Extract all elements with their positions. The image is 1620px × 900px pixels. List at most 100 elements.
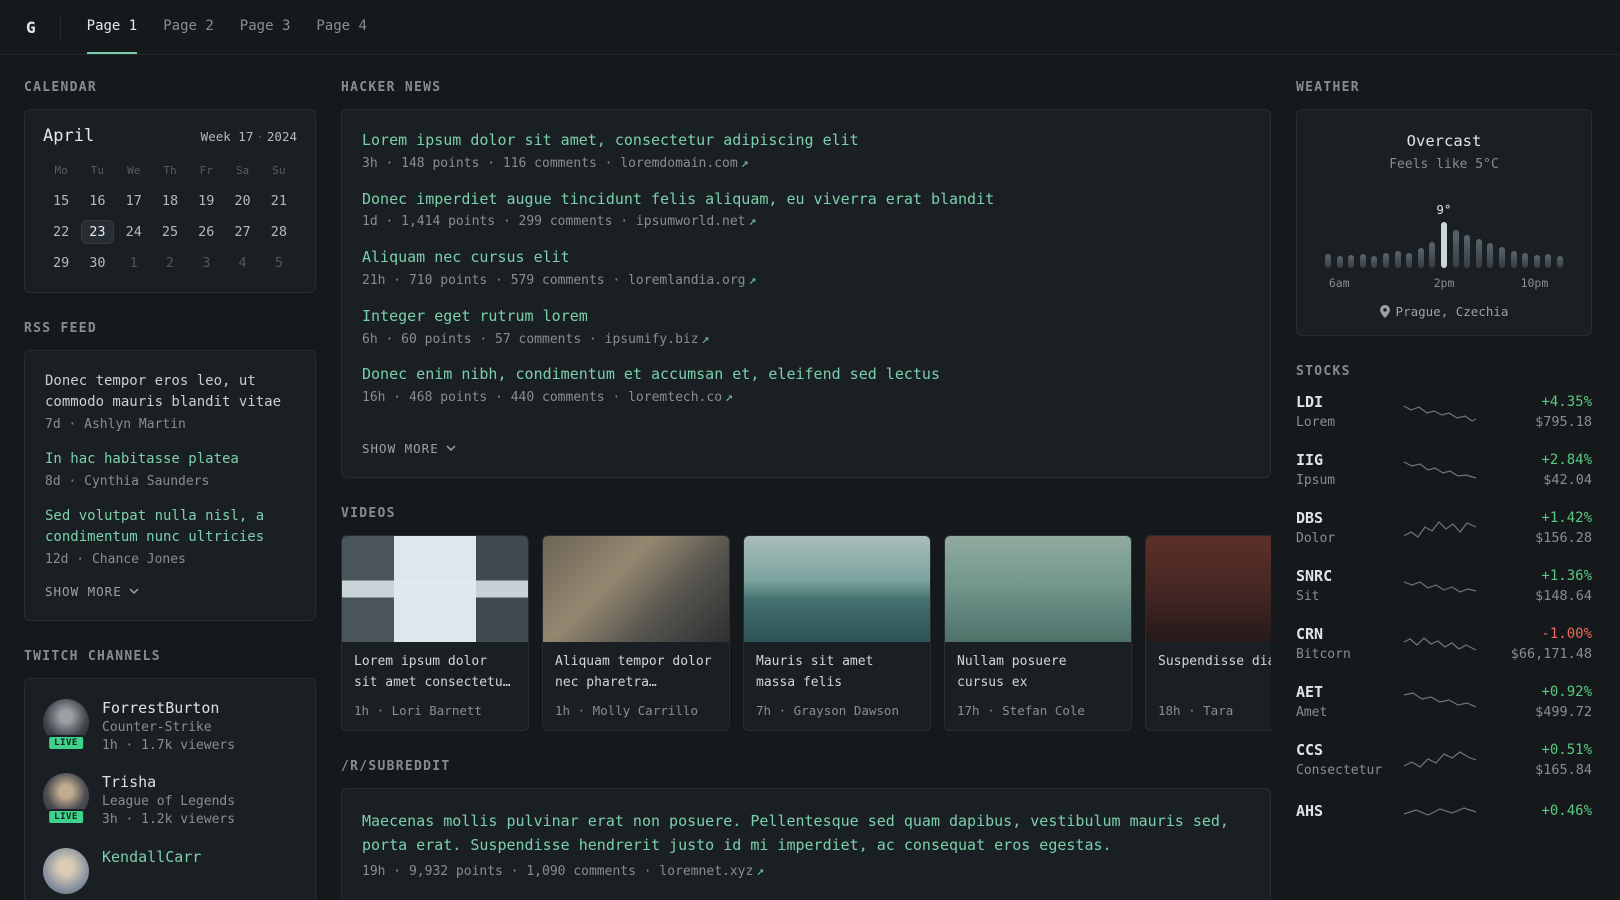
twitch-section-title: TWITCH CHANNELS — [24, 648, 161, 664]
videos-widget: VIDEOS Lorem ipsum dolor sit amet consec… — [341, 506, 1271, 731]
reddit-post-link[interactable]: Maecenas mollis pulvinar erat non posuer… — [362, 809, 1250, 857]
twitch-channel-row[interactable]: KendallCarr — [43, 848, 297, 895]
channel-game: League of Legends — [102, 794, 236, 810]
video-card[interactable]: Suspendisse diam 18h · Tara — [1145, 534, 1271, 731]
external-link-icon[interactable]: ↗ — [741, 156, 749, 171]
stock-id: AET Amet — [1296, 683, 1384, 720]
hn-item-link[interactable]: Aliquam nec cursus elit — [362, 247, 1250, 269]
stock-row[interactable]: DBS Dolor +1.42% $156.28 — [1296, 509, 1592, 546]
calendar-date: 29 — [53, 254, 70, 271]
video-title: Lorem ipsum dolor sit amet consectetu… — [354, 653, 511, 690]
right-column: WEATHER Overcast Feels like 5°C 9° 6am 2… — [1296, 80, 1592, 900]
channel-avatar-image — [43, 848, 89, 895]
video-card[interactable]: Nullam posuere cursus ex 17h · Stefan Co… — [944, 534, 1132, 731]
hn-item: Donec enim nibh, condimentum et accumsan… — [362, 364, 1250, 408]
tab-page-1[interactable]: Page 1 — [86, 0, 138, 54]
stock-sparkline — [1384, 456, 1496, 484]
stock-sparkline — [1384, 688, 1496, 716]
stock-sparkline — [1384, 514, 1496, 542]
calendar-date: 24 — [125, 223, 142, 240]
hn-item: Integer eget rutrum lorem 6h · 60 points… — [362, 306, 1250, 350]
twitch-channel-row[interactable]: LIVE ForrestBurton Counter-Strike 1h · 1… — [43, 698, 297, 756]
calendar-date: 15 — [53, 192, 70, 209]
hn-item-link[interactable]: Lorem ipsum dolor sit amet, consectetur … — [362, 130, 1250, 152]
app-logo[interactable]: G — [26, 16, 61, 38]
stock-row[interactable]: CRN Bitcorn -1.00% $66,171.48 — [1296, 625, 1592, 662]
tab-page-2[interactable]: Page 2 — [163, 0, 214, 54]
weather-bar — [1382, 253, 1389, 268]
video-thumbnail — [342, 535, 528, 642]
calendar-month: April — [43, 126, 95, 146]
stock-row[interactable]: SNRC Sit +1.36% $148.64 — [1296, 567, 1592, 604]
channel-name: KendallCarr — [102, 848, 202, 867]
stock-price: $795.18 — [1535, 413, 1592, 430]
rss-show-more-button[interactable]: SHOW MORE — [45, 584, 139, 599]
stock-price: $66,171.48 — [1510, 645, 1592, 662]
twitch-channel-row[interactable]: LIVE Trisha League of Legends 3h · 1.2k … — [43, 773, 297, 830]
chevron-down-icon — [129, 588, 139, 595]
rss-item-link[interactable]: In hac habitasse platea — [45, 449, 295, 470]
hour-label: 10pm — [1520, 276, 1549, 290]
hn-item-link[interactable]: Donec enim nibh, condimentum et accumsan… — [362, 364, 1250, 386]
rss-item-meta: 12d · Chance Jones — [45, 551, 186, 567]
hn-item: Aliquam nec cursus elit 21h · 710 points… — [362, 247, 1250, 291]
subreddit-widget: /R/SUBREDDIT Maecenas mollis pulvinar er… — [341, 759, 1271, 900]
external-link-icon[interactable]: ↗ — [756, 864, 764, 879]
stock-row[interactable]: IIG Ipsum +2.84% $42.04 — [1296, 451, 1592, 488]
calendar-date: 26 — [198, 223, 215, 240]
rss-item-link[interactable]: Sed volutpat nulla nisl, a condimentum n… — [45, 506, 295, 548]
weather-bar — [1533, 255, 1540, 268]
video-thumbnail — [543, 535, 729, 642]
stock-row[interactable]: AET Amet +0.92% $499.72 — [1296, 683, 1592, 720]
stock-values: +0.92% $499.72 — [1496, 684, 1592, 720]
separator-dot: · — [256, 129, 264, 144]
weather-card: Overcast Feels like 5°C 9° 6am 2pm 10pm … — [1296, 109, 1592, 336]
external-link-icon[interactable]: ↗ — [749, 273, 757, 288]
stock-symbol: SNRC — [1296, 567, 1333, 585]
stock-id: DBS Dolor — [1296, 509, 1384, 546]
stock-row[interactable]: AHS +0.46% — [1296, 799, 1592, 827]
hn-item-meta: 3h · 148 points · 116 comments · loremdo… — [362, 155, 1250, 174]
tab-page-4[interactable]: Page 4 — [316, 0, 367, 54]
hn-item: Donec imperdiet augue tincidunt felis al… — [362, 189, 1250, 233]
calendar-day-headers: Mo Tu We Th Fr Sa Su — [43, 160, 297, 185]
video-card[interactable]: Aliquam tempor dolor nec pharetra… 1h · … — [542, 534, 730, 731]
tab-page-3[interactable]: Page 3 — [240, 0, 291, 54]
stock-change: +0.46% — [1541, 803, 1592, 819]
stock-id: SNRC Sit — [1296, 567, 1384, 604]
hn-meta-text: 6h · 60 points · 57 comments · ipsumify.… — [362, 331, 699, 347]
external-link-icon[interactable]: ↗ — [725, 390, 733, 405]
video-card[interactable]: Lorem ipsum dolor sit amet consectetu… 1… — [341, 534, 529, 731]
video-thumbnail — [945, 535, 1131, 642]
external-link-icon[interactable]: ↗ — [702, 332, 710, 347]
video-body: Nullam posuere cursus ex 17h · Stefan Co… — [945, 642, 1131, 730]
video-meta: 17h · Stefan Cole — [957, 702, 1085, 718]
calendar-date-next-month: 3 — [202, 254, 211, 271]
stock-row[interactable]: CCS Consectetur +0.51% $165.84 — [1296, 741, 1592, 778]
hn-show-more-button[interactable]: SHOW MORE — [362, 441, 456, 456]
calendar-date: 27 — [234, 223, 251, 240]
calendar-date: 16 — [89, 192, 106, 209]
stock-row[interactable]: LDI Lorem +4.35% $795.18 — [1296, 393, 1592, 430]
hn-meta-text: 21h · 710 points · 579 comments · loreml… — [362, 272, 746, 288]
video-meta: 1h · Molly Carrillo — [555, 702, 698, 718]
calendar-section-title: CALENDAR — [24, 80, 98, 95]
video-body: Mauris sit amet massa felis 7h · Grayson… — [744, 642, 930, 730]
reddit-post: Maecenas mollis pulvinar erat non posuer… — [362, 809, 1250, 882]
live-badge: LIVE — [47, 734, 85, 751]
hn-item-link[interactable]: Integer eget rutrum lorem — [362, 306, 1250, 328]
chevron-down-icon — [446, 445, 456, 452]
video-body: Suspendisse diam 18h · Tara — [1146, 642, 1271, 730]
live-badge: LIVE — [47, 809, 85, 826]
subreddit-card: Maecenas mollis pulvinar erat non posuer… — [341, 787, 1271, 900]
stock-symbol: CCS — [1296, 741, 1324, 759]
stock-sparkline — [1384, 572, 1496, 600]
video-thumbnail — [744, 535, 930, 642]
stock-price: $156.28 — [1535, 529, 1592, 546]
video-card[interactable]: Mauris sit amet massa felis 7h · Grayson… — [743, 534, 931, 731]
stock-name: Sit — [1296, 589, 1320, 604]
dow-label: Sa — [235, 164, 250, 177]
rss-item-link[interactable]: Donec tempor eros leo, ut commodo mauris… — [45, 371, 295, 413]
hn-item-link[interactable]: Donec imperdiet augue tincidunt felis al… — [362, 189, 1250, 211]
external-link-icon[interactable]: ↗ — [749, 214, 757, 229]
